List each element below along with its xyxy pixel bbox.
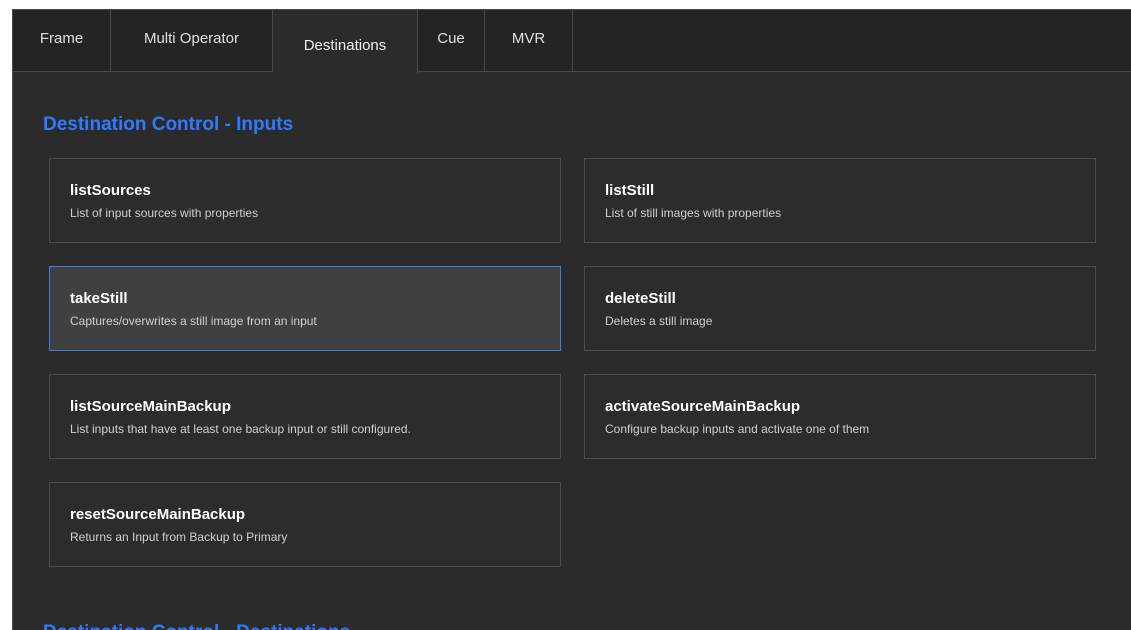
card-description: Returns an Input from Backup to Primary (70, 530, 288, 544)
card-title: resetSourceMainBackup (70, 506, 246, 523)
section-title-destinations: Destination Control - Destinations (43, 622, 350, 630)
card-list-still[interactable]: listStill List of still images with prop… (584, 158, 1096, 243)
tab-frame[interactable]: Frame (13, 10, 111, 72)
card-description: List inputs that have at least one backu… (70, 422, 411, 436)
card-title: listSources (70, 182, 151, 199)
card-list-sources[interactable]: listSources List of input sources with p… (49, 158, 561, 243)
tab-bar: Frame Multi Operator Destinations Cue MV… (13, 10, 1131, 73)
app-frame: Frame Multi Operator Destinations Cue MV… (12, 9, 1131, 630)
card-activate-source-main-backup[interactable]: activateSourceMainBackup Configure backu… (584, 374, 1096, 459)
card-title: listSourceMainBackup (70, 398, 231, 415)
tab-destinations[interactable]: Destinations (273, 10, 418, 73)
card-title: deleteStill (605, 290, 676, 307)
card-description: Configure backup inputs and activate one… (605, 422, 870, 436)
card-description: Captures/overwrites a still image from a… (70, 314, 317, 328)
card-list-source-main-backup[interactable]: listSourceMainBackup List inputs that ha… (49, 374, 561, 459)
tab-multi-operator[interactable]: Multi Operator (111, 10, 273, 72)
card-description: List of still images with properties (605, 206, 782, 220)
card-title: activateSourceMainBackup (605, 398, 801, 415)
card-take-still[interactable]: takeStill Captures/overwrites a still im… (49, 266, 561, 351)
card-title: takeStill (70, 290, 128, 307)
tab-content: Destination Control - Inputs listSources… (13, 72, 1131, 630)
card-description: List of input sources with properties (70, 206, 259, 220)
section-title-inputs: Destination Control - Inputs (43, 114, 294, 135)
tab-mvr[interactable]: MVR (485, 10, 573, 72)
card-description: Deletes a still image (605, 314, 713, 328)
tab-cue[interactable]: Cue (418, 10, 485, 72)
card-title: listStill (605, 182, 655, 199)
card-delete-still[interactable]: deleteStill Deletes a still image (584, 266, 1096, 351)
card-reset-source-main-backup[interactable]: resetSourceMainBackup Returns an Input f… (49, 482, 561, 567)
